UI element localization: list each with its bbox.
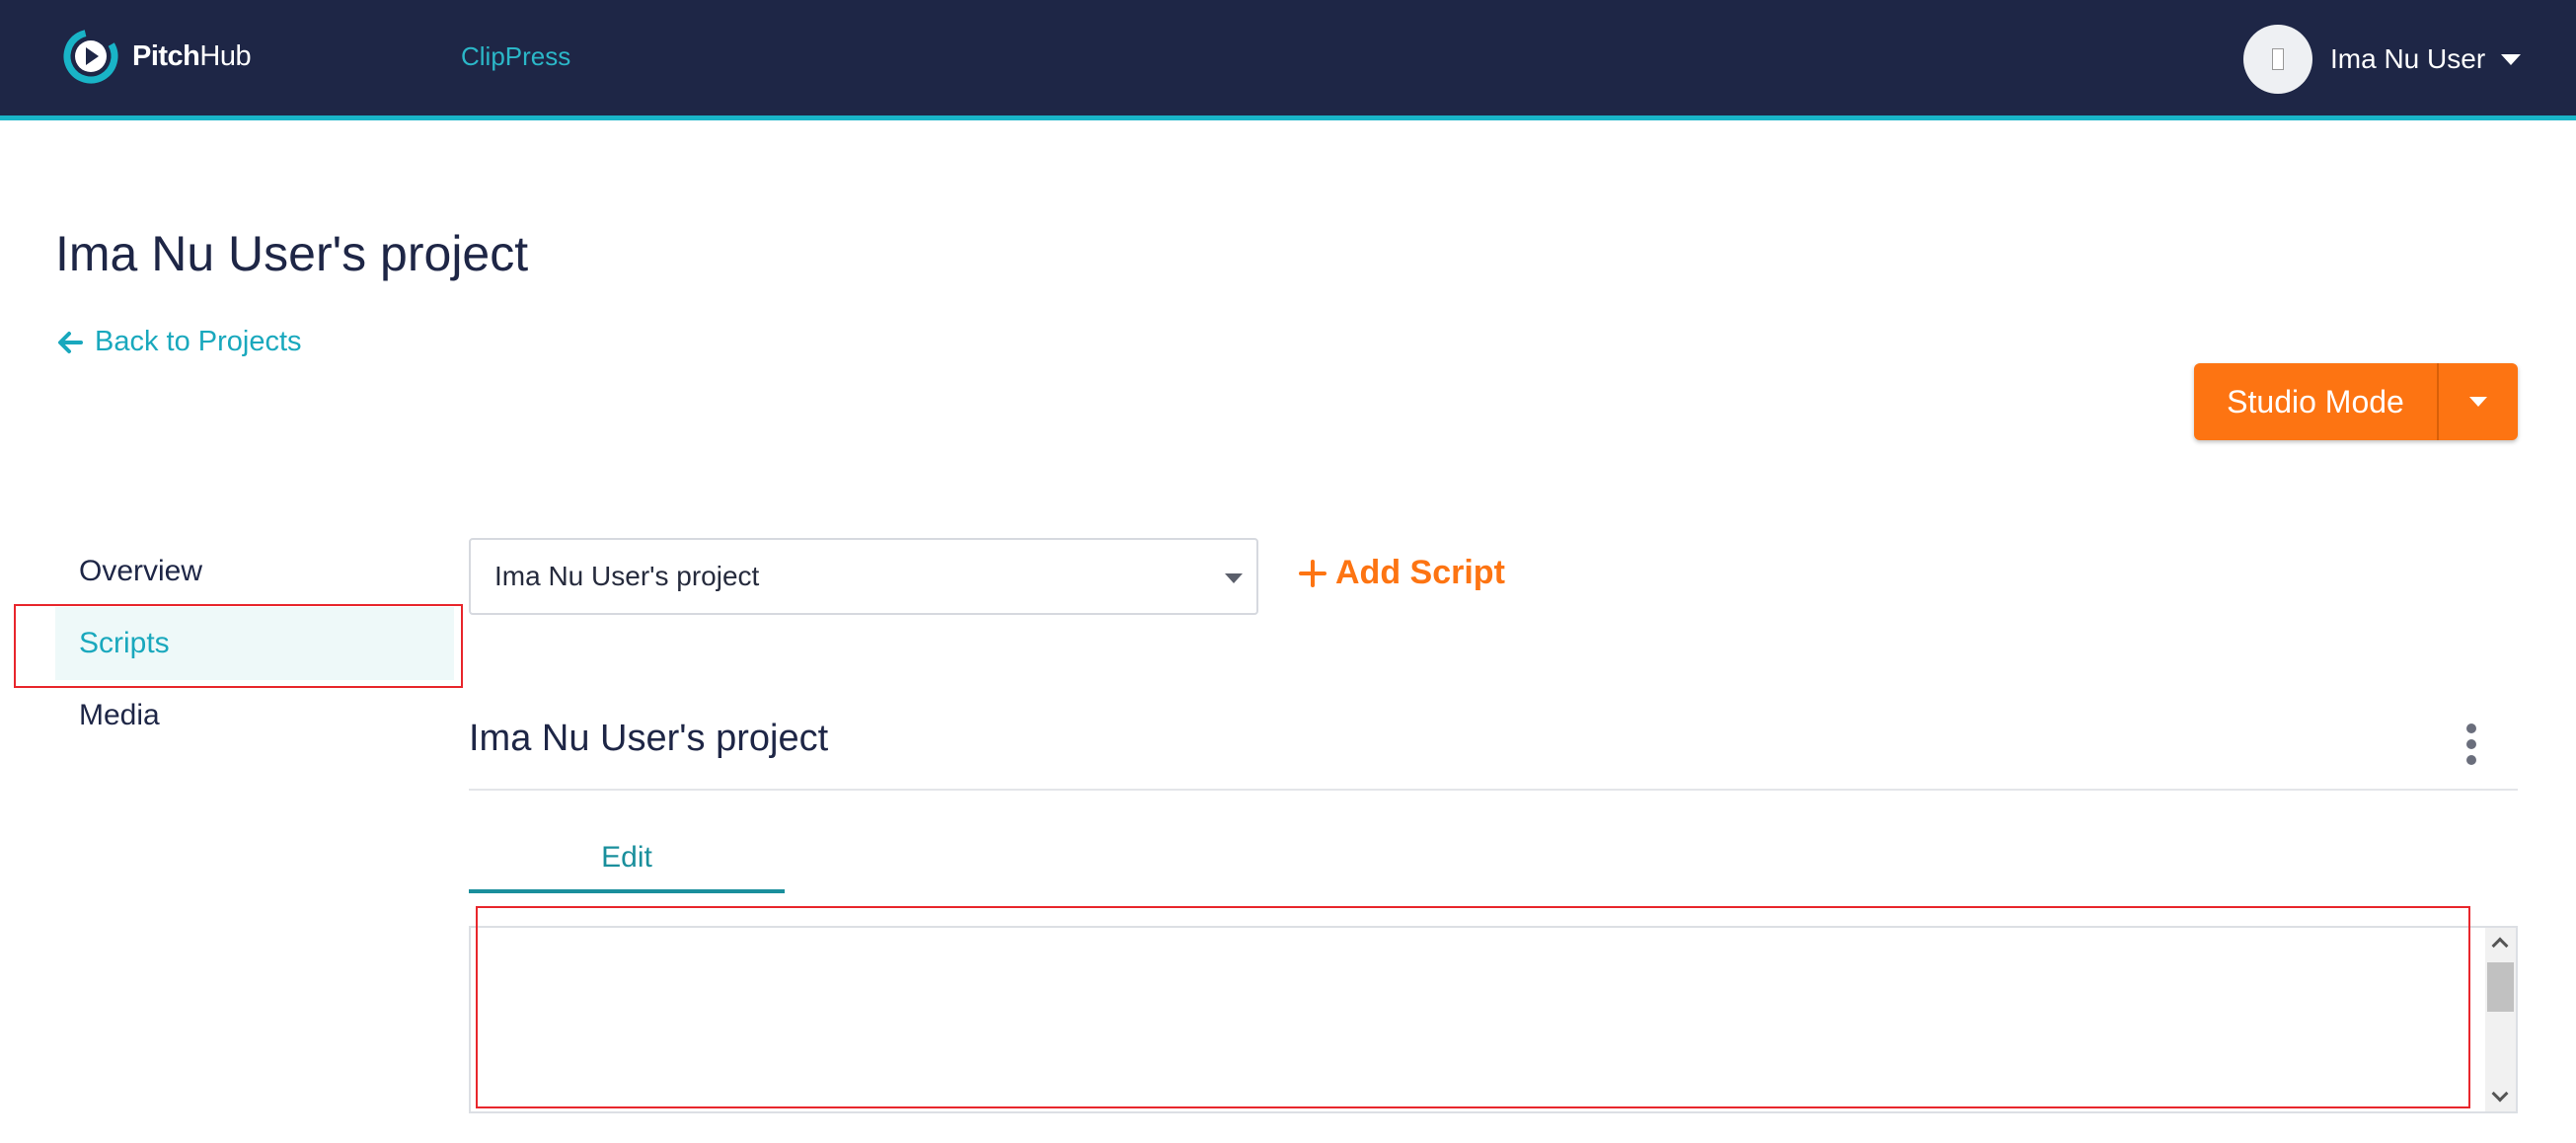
add-script-label: Add Script xyxy=(1335,554,1505,591)
studio-mode-button[interactable]: Studio Mode xyxy=(2194,363,2439,440)
script-editor-textarea[interactable] xyxy=(469,926,2518,1113)
avatar-image-placeholder xyxy=(2272,48,2284,70)
project-select-value: Ima Nu User's project xyxy=(494,561,760,591)
studio-mode-split-button: Studio Mode xyxy=(2194,363,2518,440)
logo-play-icon xyxy=(63,29,118,84)
pitchhub-logo[interactable]: PitchHub xyxy=(61,27,252,86)
scrollbar-thumb[interactable] xyxy=(2487,962,2514,1012)
back-to-projects-link[interactable]: Back to Projects xyxy=(55,326,302,358)
logo-wordmark: PitchHub xyxy=(132,39,252,73)
scroll-up-icon[interactable] xyxy=(2491,937,2509,954)
app-root: PitchHub ClipPress Ima Nu User Ima Nu Us… xyxy=(0,0,2576,1143)
add-script-button[interactable]: Add Script xyxy=(1298,554,1505,592)
editor-scrollbar[interactable] xyxy=(2485,928,2516,1111)
tab-active-indicator xyxy=(469,889,785,893)
page-title: Ima Nu User's project xyxy=(55,226,529,281)
top-navbar: PitchHub ClipPress Ima Nu User xyxy=(0,0,2576,120)
sidebar-item-overview[interactable]: Overview xyxy=(55,535,454,608)
avatar[interactable] xyxy=(2243,25,2312,94)
scroll-down-icon[interactable] xyxy=(2491,1085,2509,1103)
user-menu[interactable]: Ima Nu User xyxy=(2243,25,2522,94)
user-name[interactable]: Ima Nu User xyxy=(2330,43,2485,75)
plus-icon xyxy=(1299,559,1326,587)
chevron-down-icon xyxy=(2469,397,2487,407)
sidebar-item-media[interactable]: Media xyxy=(55,679,454,752)
arrow-left-icon xyxy=(58,331,83,353)
logo-wordmark-light: Hub xyxy=(199,39,252,72)
divider xyxy=(469,789,2518,791)
logo-wordmark-bold: Pitch xyxy=(132,39,200,72)
back-link-label: Back to Projects xyxy=(95,326,302,357)
chevron-down-icon[interactable] xyxy=(2501,53,2522,65)
sidebar-item-scripts[interactable]: Scripts xyxy=(55,607,454,680)
nav-link-clippress[interactable]: ClipPress xyxy=(461,41,570,72)
script-title: Ima Nu User's project xyxy=(469,718,829,759)
chevron-down-icon xyxy=(1225,573,1243,583)
kebab-menu-icon[interactable] xyxy=(2458,724,2485,765)
tab-edit[interactable]: Edit xyxy=(469,841,785,892)
studio-mode-dropdown-toggle[interactable] xyxy=(2439,363,2518,440)
project-select[interactable]: Ima Nu User's project xyxy=(469,538,1258,615)
